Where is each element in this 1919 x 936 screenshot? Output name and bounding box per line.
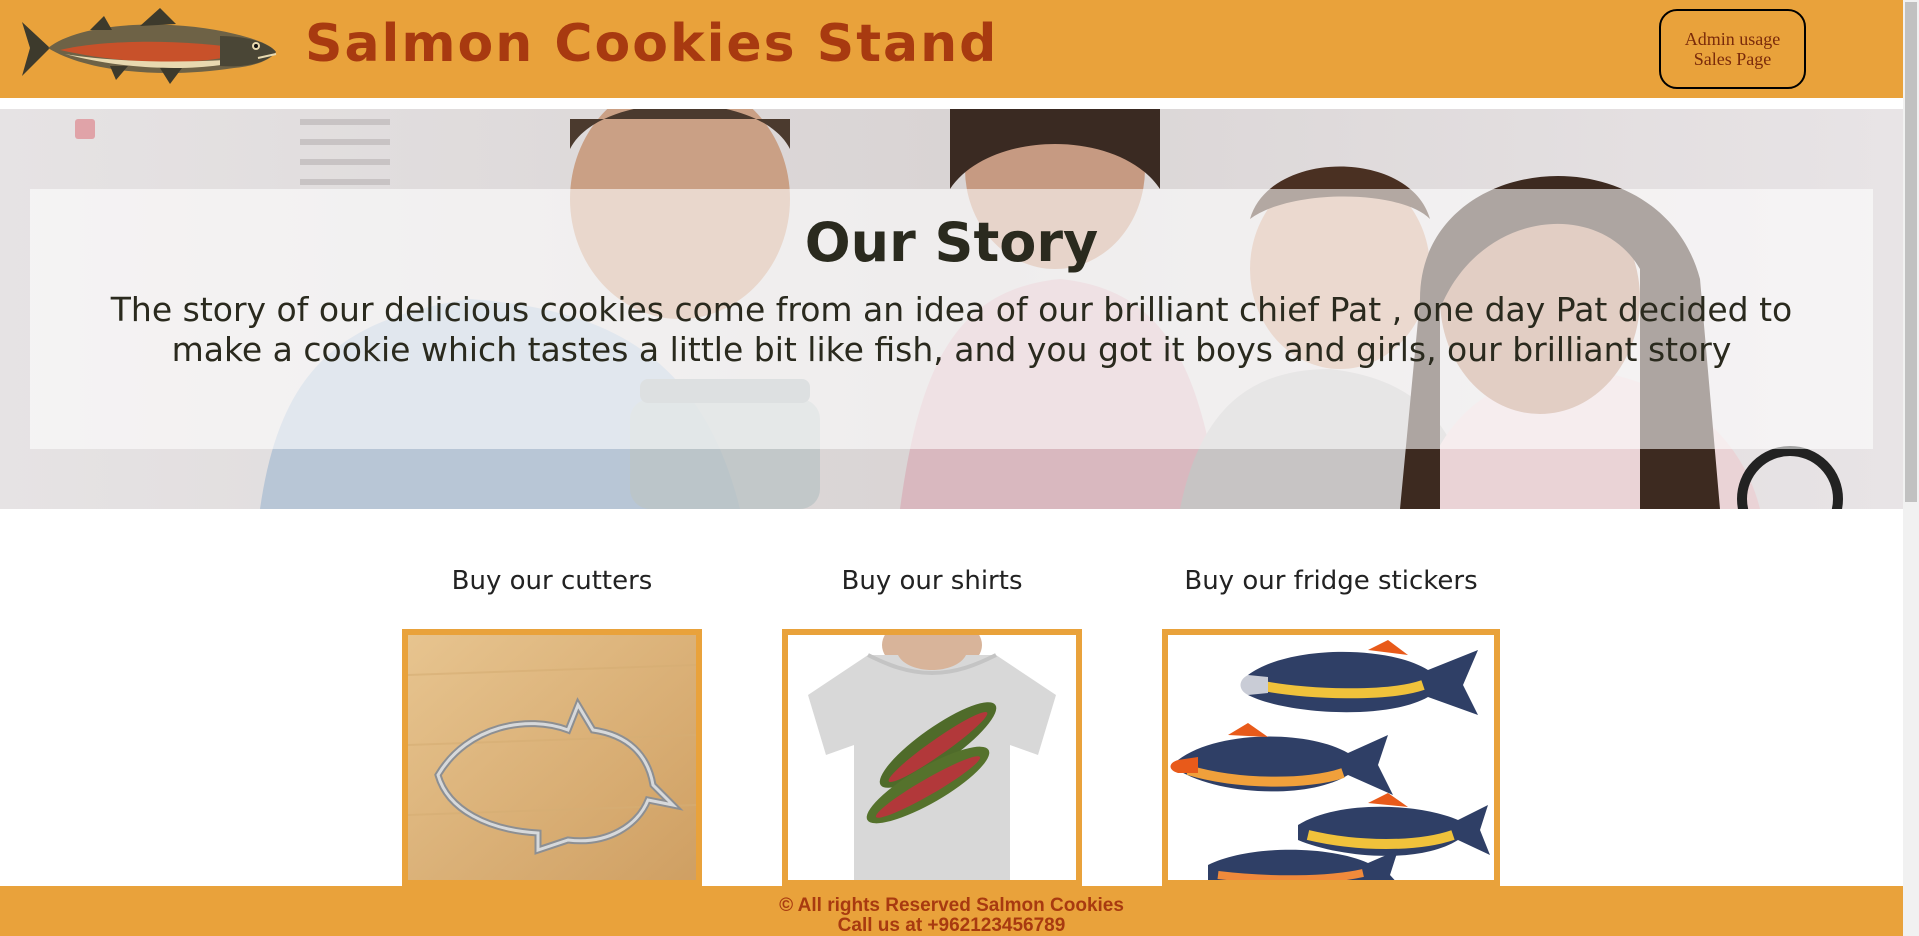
story-panel: Our Story The story of our delicious coo… (30, 189, 1873, 449)
admin-sales-page-button[interactable]: Admin usage Sales Page (1659, 9, 1806, 89)
product-shirts: Buy our shirts (782, 566, 1082, 596)
cookie-cutter-image[interactable] (402, 629, 702, 886)
site-header: Salmon Cookies Stand Admin usage Sales P… (0, 0, 1903, 98)
story-text: The story of our delicious cookies come … (110, 290, 1793, 369)
footer-phone: Call us at +962123456789 (837, 915, 1066, 936)
fridge-stickers-image[interactable] (1162, 629, 1500, 886)
site-footer: © All rights Reserved Salmon Cookies Cal… (0, 886, 1903, 936)
tshirt-image[interactable] (782, 629, 1082, 886)
footer-copyright: © All rights Reserved Salmon Cookies (779, 895, 1124, 916)
story-title: Our Story (804, 211, 1099, 274)
scrollbar-thumb[interactable] (1905, 2, 1917, 502)
product-title-shirts: Buy our shirts (841, 566, 1023, 596)
salmon-logo-icon (20, 8, 278, 90)
admin-button-line2: Sales Page (1693, 49, 1772, 69)
product-cutters: Buy our cutters (402, 566, 702, 596)
product-title-stickers: Buy our fridge stickers (1184, 566, 1478, 596)
product-stickers: Buy our fridge stickers (1162, 566, 1500, 596)
page: Salmon Cookies Stand Admin usage Sales P… (0, 0, 1903, 936)
hero-section: Our Story The story of our delicious coo… (0, 109, 1903, 509)
site-title: Salmon Cookies Stand (305, 14, 999, 74)
product-title-cutters: Buy our cutters (451, 566, 653, 596)
page-scrollbar[interactable] (1903, 0, 1919, 936)
admin-button-line1: Admin usage (1684, 29, 1781, 49)
